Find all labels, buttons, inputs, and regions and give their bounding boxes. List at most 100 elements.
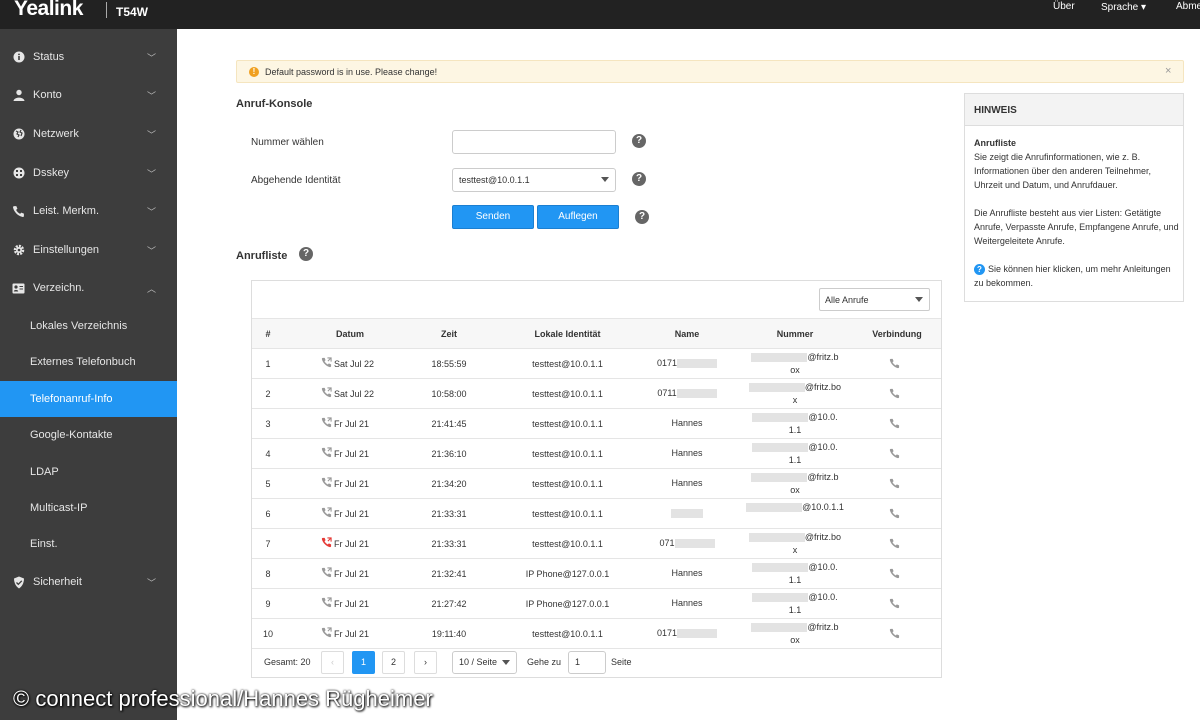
sidebar-subitem-externes-telefonbuch[interactable]: Externes Telefonbuch	[0, 344, 177, 380]
row-index: 4	[265, 449, 271, 459]
page-2-button[interactable]: 2	[382, 651, 405, 674]
number-cell: @fritz.b ox	[745, 621, 845, 647]
dial-number-input[interactable]	[452, 130, 616, 154]
page-1-button[interactable]: 1	[352, 651, 375, 674]
date-text: Fr Jul 21	[334, 569, 370, 579]
call-back-icon[interactable]	[887, 478, 901, 491]
chevron-down-icon: ﹀	[147, 245, 157, 256]
sidebar-item-netzwerk[interactable]: Netzwerk ﹀	[0, 116, 177, 152]
send-button[interactable]: Senden	[452, 205, 534, 229]
caret-down-icon	[601, 177, 609, 182]
sidebar-item-leist-merkm[interactable]: Leist. Merkm. ﹀	[0, 193, 177, 229]
chevron-down-icon: ﹀	[147, 168, 157, 179]
call-back-icon[interactable]	[887, 628, 901, 641]
time-text: 21:33:31	[431, 539, 467, 549]
table-header: # Datum Zeit Lokale Identität Name Numme…	[252, 318, 941, 349]
sidebar-item-label: Dsskey	[33, 167, 70, 179]
number-cell: @fritz.b ox	[745, 351, 845, 377]
date-text: Fr Jul 21	[334, 599, 370, 609]
pagination: Gesamt: 20 ‹ 1 2 › 10 / Seite Gehe zu 1 …	[252, 651, 941, 677]
close-icon[interactable]: ×	[1165, 65, 1171, 77]
logout-link[interactable]: Abme	[1176, 1, 1200, 12]
outgoing-call-icon	[320, 507, 332, 520]
number-text-cont: x	[792, 395, 798, 405]
call-console-title: Anruf-Konsole	[236, 98, 313, 110]
name-text: 071	[659, 538, 675, 548]
time-text: 10:58:00	[431, 389, 467, 399]
help-icon[interactable]: ?	[299, 247, 313, 261]
table-row: 6 Fr Jul 21 21:33:31 testtest@10.0.1.1 @10.0…	[252, 499, 941, 529]
sidebar-item-status[interactable]: Status ﹀	[0, 39, 177, 75]
table-row: 8 Fr Jul 21 21:32:41 IP Phone@127.0.0.1 Hann…	[252, 559, 941, 589]
goto-page-value: 1	[575, 657, 581, 667]
row-index: 1	[265, 359, 271, 369]
sidebar-item-dsskey[interactable]: Dsskey ﹀	[0, 155, 177, 191]
call-back-icon[interactable]	[887, 418, 901, 431]
outgoing-call-icon	[320, 447, 332, 460]
row-index: 5	[265, 479, 271, 489]
row-index: 10	[262, 629, 273, 639]
shield-icon	[12, 576, 25, 589]
call-back-icon[interactable]	[887, 568, 901, 581]
number-text-cont: ox	[790, 635, 800, 645]
page-size-select[interactable]: 10 / Seite	[452, 651, 517, 674]
outgoing-identity-label: Abgehende Identität	[251, 175, 341, 186]
language-menu[interactable]: Sprache ▾	[1101, 2, 1146, 13]
hint-text-description: Sie zeigt die Anrufinformationen, wie z.…	[974, 152, 1151, 190]
hint-more-text: Sie können hier klicken, um mehr Anleitu…	[974, 264, 1171, 288]
sidebar-item-konto[interactable]: Konto ﹀	[0, 77, 177, 113]
sidebar-subitem-telefonanruf-info[interactable]: Telefonanruf-Info	[0, 381, 177, 417]
outgoing-identity-select[interactable]: testtest@10.0.1.1	[452, 168, 616, 192]
name-text: Hannes	[671, 448, 703, 458]
call-filter-select[interactable]: Alle Anrufe	[819, 288, 930, 311]
sidebar-item-einstellungen[interactable]: Einstellungen ﹀	[0, 232, 177, 268]
call-back-icon[interactable]	[887, 448, 901, 461]
hangup-button[interactable]: Auflegen	[537, 205, 619, 229]
name-cell	[647, 508, 727, 519]
table-row: 10 Fr Jul 21 19:11:40 testtest@10.0.1.1 0171…	[252, 619, 941, 649]
chevron-up-icon: ︿	[147, 283, 157, 294]
sidebar-subitem-einst[interactable]: Einst.	[0, 526, 177, 562]
column-header-connection: Verbindung	[872, 329, 922, 339]
identity-text: testtest@10.0.1.1	[532, 419, 603, 429]
help-icon[interactable]: ?	[632, 172, 646, 186]
help-icon[interactable]: ?	[632, 134, 646, 148]
identity-text: IP Phone@127.0.0.1	[525, 599, 610, 609]
name-text: Hannes	[671, 478, 703, 488]
chevron-down-icon: ﹀	[147, 206, 157, 217]
name-cell: Hannes	[647, 418, 727, 428]
caret-down-icon	[502, 660, 510, 665]
goto-page-input[interactable]: 1	[568, 651, 606, 674]
number-text: @fritz.bo	[804, 532, 842, 542]
call-back-icon[interactable]	[887, 598, 901, 611]
row-index: 2	[265, 389, 271, 399]
identity-text: testtest@10.0.1.1	[532, 449, 603, 459]
call-back-icon[interactable]	[887, 388, 901, 401]
name-cell: Hannes	[647, 598, 727, 608]
name-text: Hannes	[671, 598, 703, 608]
table-row: 1 Sat Jul 22 18:55:59 testtest@10.0.1.1 0171…	[252, 349, 941, 379]
call-back-icon[interactable]	[887, 538, 901, 551]
sidebar-subitem-lokales-verzeichnis[interactable]: Lokales Verzeichnis	[0, 308, 177, 344]
about-link[interactable]: Über	[1053, 1, 1075, 12]
identity-text: IP Phone@127.0.0.1	[525, 569, 610, 579]
sidebar-subitem-ldap[interactable]: LDAP	[0, 454, 177, 490]
next-page-button[interactable]: ›	[414, 651, 437, 674]
call-back-icon[interactable]	[887, 358, 901, 371]
number-text-cont: ox	[790, 365, 800, 375]
number-text-cont: 1.1	[788, 575, 802, 585]
keypad-icon	[12, 167, 25, 180]
sidebar-subitem-multicast-ip[interactable]: Multicast-IP	[0, 490, 177, 526]
sidebar-subitem-label: Einst.	[30, 538, 58, 550]
sidebar-item-label: Netzwerk	[33, 128, 79, 140]
name-cell: 071	[647, 538, 727, 549]
question-icon: ?	[974, 264, 985, 275]
sidebar-item-verzeichn[interactable]: Verzeichn. ︿	[0, 270, 177, 306]
help-icon[interactable]: ?	[635, 210, 649, 224]
row-index: 6	[265, 509, 271, 519]
sidebar-subitem-google-kontakte[interactable]: Google-Kontakte	[0, 417, 177, 453]
hint-more-link[interactable]: ? Sie können hier klicken, um mehr Anleit…	[974, 262, 1180, 290]
sidebar-item-sicherheit[interactable]: Sicherheit ﹀	[0, 564, 177, 600]
call-back-icon[interactable]	[887, 508, 901, 521]
prev-page-button[interactable]: ‹	[321, 651, 344, 674]
